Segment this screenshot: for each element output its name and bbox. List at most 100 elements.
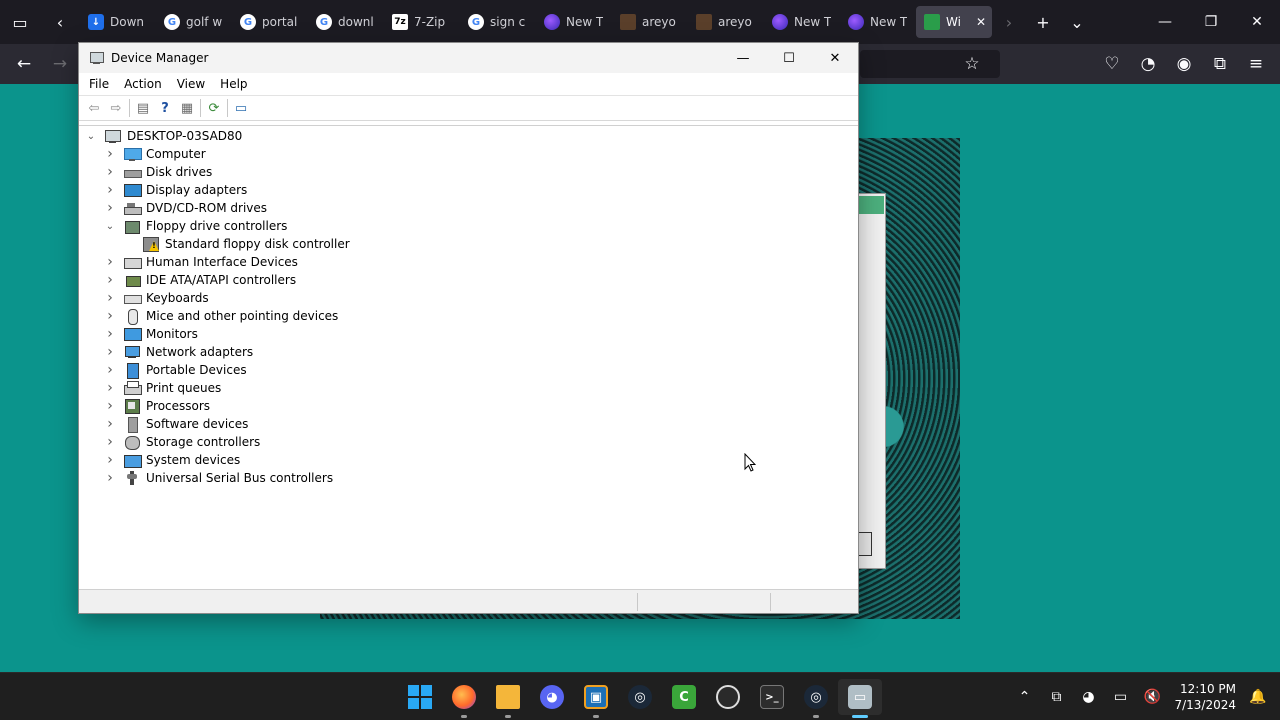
menu-file[interactable]: File — [83, 77, 115, 91]
tree-category[interactable]: › IDE ATA/ATAPI controllers — [104, 271, 296, 289]
help-icon[interactable]: ? — [154, 98, 176, 118]
list-tabs-icon[interactable]: ⌄ — [1060, 5, 1094, 39]
account-icon[interactable]: ◉ — [1166, 46, 1202, 82]
browser-tab[interactable]: New T — [764, 6, 840, 38]
browser-tab[interactable]: Wi ✕ — [916, 6, 992, 38]
chevron-right-icon[interactable]: › — [104, 397, 116, 415]
clock[interactable]: 12:10 PM 7/13/2024 — [1168, 681, 1242, 713]
notification-bell-icon[interactable]: 🔔 — [1242, 679, 1274, 715]
taskbar-steam[interactable]: ◎ — [618, 679, 662, 715]
browser-tab[interactable]: Gdownl — [308, 6, 384, 38]
browser-tab[interactable]: ↓ Down — [80, 6, 156, 38]
chevron-right-icon[interactable]: › — [104, 415, 116, 433]
tree-category[interactable]: › Mice and other pointing devices — [104, 307, 338, 325]
chevron-right-icon[interactable]: › — [104, 253, 116, 271]
tree-category[interactable]: › Keyboards — [104, 289, 208, 307]
menu-icon[interactable]: ≡ — [1238, 46, 1274, 82]
tree-category[interactable]: › Network adapters — [104, 343, 253, 361]
tree-category[interactable]: › Universal Serial Bus controllers — [104, 469, 333, 487]
properties-icon[interactable]: ▦ — [176, 98, 198, 118]
taskbar-camtasia[interactable]: C — [662, 679, 706, 715]
browser-tab[interactable]: Gportal — [232, 6, 308, 38]
title-bar[interactable]: Device Manager — ☐ ✕ — [79, 43, 858, 73]
chevron-right-icon[interactable]: › — [104, 145, 116, 163]
chevron-right-icon[interactable]: › — [104, 469, 116, 487]
close-tab-icon[interactable]: ✕ — [976, 15, 986, 29]
tree-category[interactable]: › Disk drives — [104, 163, 212, 181]
discord-tray-icon[interactable]: ◕ — [1072, 679, 1104, 715]
taskbar-obs[interactable] — [706, 679, 750, 715]
tree-device[interactable]: Standard floppy disk controller — [123, 235, 350, 253]
back-icon[interactable]: ← — [6, 46, 42, 82]
chevron-right-icon[interactable]: › — [104, 325, 116, 343]
browser-tab[interactable]: areyo — [612, 6, 688, 38]
chevron-right-icon[interactable]: › — [104, 451, 116, 469]
firefox-view-icon[interactable]: ▭ — [0, 5, 40, 39]
chevron-right-icon[interactable]: › — [104, 271, 116, 289]
chevron-right-icon[interactable]: › — [104, 433, 116, 451]
chevron-right-icon[interactable]: › — [104, 343, 116, 361]
browser-tab[interactable]: areyo — [688, 6, 764, 38]
taskbar-virtualbox[interactable]: ▣ — [574, 679, 618, 718]
chevron-down-icon[interactable]: ⌄ — [104, 217, 116, 235]
taskbar-file-explorer[interactable] — [486, 679, 530, 718]
network-icon[interactable]: ▭ — [1104, 679, 1136, 715]
menu-view[interactable]: View — [171, 77, 211, 91]
scroll-tabs-right-icon[interactable]: › — [992, 5, 1026, 39]
chevron-right-icon[interactable]: › — [104, 361, 116, 379]
extensions-puzzle-icon[interactable]: ⧉ — [1202, 46, 1238, 82]
show-hide-console-tree-icon[interactable]: ▤ — [132, 98, 154, 118]
start-button[interactable] — [398, 679, 442, 715]
browser-minimize-button[interactable]: — — [1142, 0, 1188, 44]
taskbar-steam-2[interactable]: ◎ — [794, 679, 838, 718]
forward-icon[interactable]: → — [42, 46, 78, 82]
browser-restore-button[interactable]: ❐ — [1188, 0, 1234, 44]
tree-category[interactable]: › DVD/CD-ROM drives — [104, 199, 267, 217]
browser-close-button[interactable]: ✕ — [1234, 0, 1280, 44]
tree-category[interactable]: › System devices — [104, 451, 240, 469]
browser-tab[interactable]: Gsign c — [460, 6, 536, 38]
browser-tab[interactable]: Ggolf w — [156, 6, 232, 38]
chevron-right-icon[interactable]: › — [104, 307, 116, 325]
chevron-right-icon[interactable]: › — [104, 289, 116, 307]
browser-tab[interactable]: 7z 7-Zip — [384, 6, 460, 38]
maximize-button[interactable]: ☐ — [766, 43, 812, 73]
pocket-icon[interactable]: ♡ — [1094, 46, 1130, 82]
tree-category[interactable]: › Display adapters — [104, 181, 247, 199]
tree-category[interactable]: › Software devices — [104, 415, 248, 433]
tree-category[interactable]: ⌄ Floppy drive controllers — [104, 217, 287, 235]
tree-category[interactable]: › Monitors — [104, 325, 198, 343]
tree-category[interactable]: › Print queues — [104, 379, 221, 397]
close-button[interactable]: ✕ — [812, 43, 858, 73]
scroll-tabs-left-icon[interactable]: ‹ — [40, 5, 80, 39]
update-driver-monitor-icon[interactable]: ▭ — [230, 98, 252, 118]
browser-tab[interactable]: New T — [536, 6, 612, 38]
scan-hardware-icon[interactable]: ⟳ — [203, 98, 225, 118]
back-arrow-icon[interactable]: ⇦ — [83, 98, 105, 118]
tree-category[interactable]: › Portable Devices — [104, 361, 247, 379]
menu-action[interactable]: Action — [118, 77, 168, 91]
chevron-right-icon[interactable]: › — [104, 163, 116, 181]
chevron-down-icon[interactable]: ⌄ — [85, 127, 97, 145]
forward-arrow-icon[interactable]: ⇨ — [105, 98, 127, 118]
bookmark-star-icon[interactable]: ☆ — [954, 46, 990, 82]
chevron-right-icon[interactable]: › — [104, 379, 116, 397]
tree-category[interactable]: › Computer — [104, 145, 205, 163]
taskbar-terminal[interactable]: >_ — [750, 679, 794, 715]
window-icon[interactable]: ⧉ — [1040, 679, 1072, 715]
menu-help[interactable]: Help — [214, 77, 253, 91]
taskbar-firefox[interactable] — [442, 679, 486, 718]
minimize-button[interactable]: — — [720, 43, 766, 73]
tree-category[interactable]: › Human Interface Devices — [104, 253, 298, 271]
extension-icon[interactable]: ◔ — [1130, 46, 1166, 82]
volume-muted-icon[interactable]: 🔇 — [1136, 679, 1168, 715]
taskbar-device-manager[interactable]: ▭ — [838, 679, 882, 718]
chevron-up-icon[interactable]: ⌃ — [1008, 679, 1040, 715]
chevron-right-icon[interactable]: › — [104, 199, 116, 217]
taskbar-discord[interactable]: ◕ — [530, 679, 574, 715]
tree-category[interactable]: › Processors — [104, 397, 210, 415]
browser-tab[interactable]: New T — [840, 6, 916, 38]
tree-category[interactable]: › Storage controllers — [104, 433, 260, 451]
tree-root[interactable]: ⌄ DESKTOP-03SAD80 — [85, 127, 242, 145]
chevron-right-icon[interactable]: › — [104, 181, 116, 199]
